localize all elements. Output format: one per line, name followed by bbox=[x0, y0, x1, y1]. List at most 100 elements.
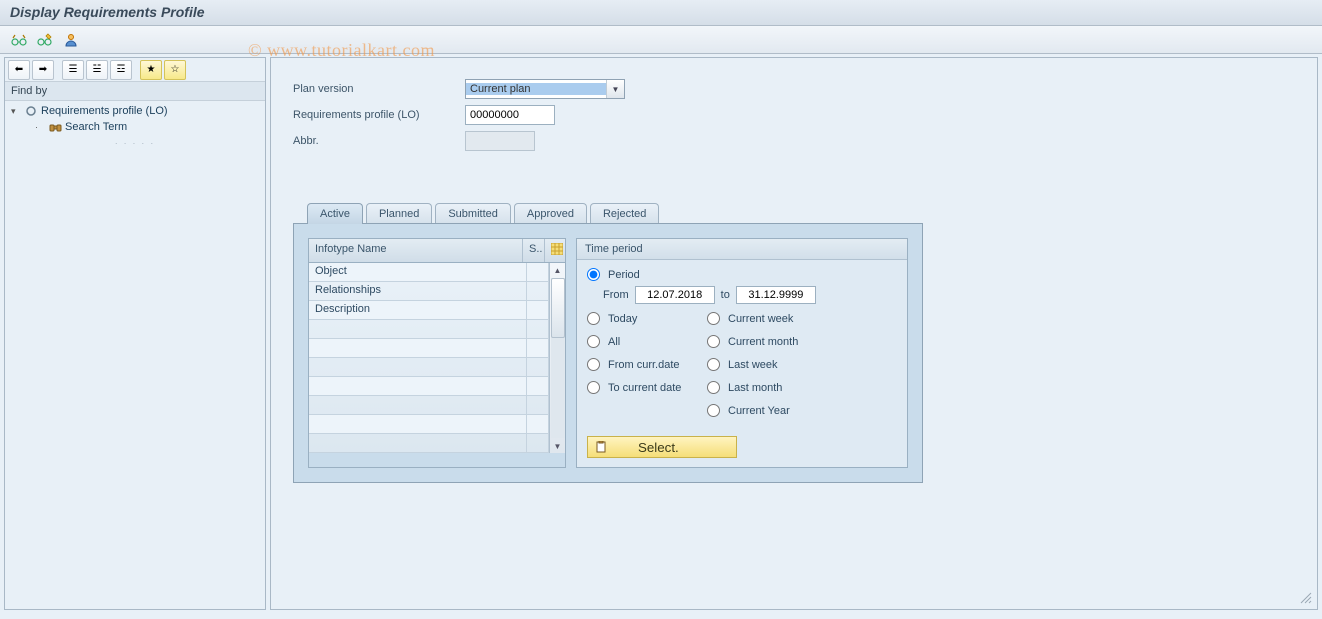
radio-label: Current Year bbox=[728, 405, 790, 417]
to-date-input[interactable] bbox=[736, 286, 816, 304]
abbr-input bbox=[465, 131, 535, 151]
tree-item-search-term[interactable]: · Search Term bbox=[5, 119, 265, 135]
col-header-s[interactable]: S.. bbox=[523, 239, 545, 262]
table-header: Infotype Name S.. bbox=[309, 239, 565, 263]
table-row[interactable]: Object bbox=[309, 263, 549, 282]
toolbar-glasses-icon[interactable] bbox=[8, 30, 30, 50]
scroll-track[interactable] bbox=[551, 278, 565, 438]
radio-curr-week[interactable]: Current week bbox=[707, 312, 827, 325]
radio-label: Last month bbox=[728, 382, 782, 394]
tab-active[interactable]: Active bbox=[307, 203, 363, 224]
cell-s bbox=[527, 282, 549, 300]
plan-version-label: Plan version bbox=[293, 83, 465, 95]
table-row[interactable]: Relationships bbox=[309, 282, 549, 301]
cell-name bbox=[309, 320, 527, 338]
radio-last-week[interactable]: Last week bbox=[707, 358, 827, 371]
radio-last-month-input[interactable] bbox=[707, 381, 720, 394]
radio-last-month[interactable]: Last month bbox=[707, 381, 827, 394]
tab-rejected[interactable]: Rejected bbox=[590, 203, 659, 223]
table-scrollbar[interactable]: ▲ ▼ bbox=[549, 263, 565, 453]
circle-icon bbox=[24, 104, 38, 118]
radio-from-curr-input[interactable] bbox=[587, 358, 600, 371]
table-row[interactable] bbox=[309, 415, 549, 434]
table-row[interactable] bbox=[309, 320, 549, 339]
cell-s bbox=[527, 263, 549, 281]
toolbar-glasses-pencil-icon[interactable] bbox=[34, 30, 56, 50]
tab-approved[interactable]: Approved bbox=[514, 203, 587, 223]
table-row[interactable] bbox=[309, 377, 549, 396]
radio-curr-month[interactable]: Current month bbox=[707, 335, 827, 348]
splitter-handle[interactable]: · · · · · bbox=[5, 137, 265, 150]
abbr-label: Abbr. bbox=[293, 135, 465, 147]
radio-label: Today bbox=[608, 313, 637, 325]
radio-last-week-input[interactable] bbox=[707, 358, 720, 371]
title-bar: Display Requirements Profile bbox=[0, 0, 1322, 26]
tree-icon: ☲ bbox=[117, 64, 126, 75]
from-date-input[interactable] bbox=[635, 286, 715, 304]
table-settings-icon[interactable] bbox=[545, 239, 565, 262]
left-toolbar: ⬅ ➡ ☰ ☱ ☲ ★ ☆ bbox=[5, 58, 265, 82]
radio-label: From curr.date bbox=[608, 359, 680, 371]
radio-curr-year-input[interactable] bbox=[707, 404, 720, 417]
nav-tree1-button[interactable]: ☰ bbox=[62, 60, 84, 80]
radio-label: Current month bbox=[728, 336, 798, 348]
right-panel: Plan version Current plan ▼ Requirements… bbox=[270, 57, 1318, 610]
cell-name bbox=[309, 415, 527, 433]
radio-to-curr[interactable]: To current date bbox=[587, 381, 707, 394]
req-profile-input[interactable] bbox=[465, 105, 555, 125]
cell-s bbox=[527, 320, 549, 338]
page-title: Display Requirements Profile bbox=[10, 4, 1312, 20]
tree-collapse-icon[interactable]: ▾ bbox=[11, 106, 21, 117]
nav-back-button[interactable]: ⬅ bbox=[8, 60, 30, 80]
radio-to-curr-input[interactable] bbox=[587, 381, 600, 394]
time-period-panel: Time period Period From to bbox=[576, 238, 908, 468]
nav-tree: ▾ Requirements profile (LO) · Search Ter… bbox=[5, 101, 265, 137]
radio-label: All bbox=[608, 336, 620, 348]
toolbar-person-icon[interactable] bbox=[60, 30, 82, 50]
scroll-thumb[interactable] bbox=[551, 278, 565, 338]
arrow-left-icon: ⬅ bbox=[15, 64, 23, 75]
scroll-up-icon[interactable]: ▲ bbox=[551, 263, 565, 277]
clipboard-icon bbox=[594, 440, 608, 454]
radio-curr-week-input[interactable] bbox=[707, 312, 720, 325]
plan-version-select[interactable]: Current plan ▼ bbox=[465, 79, 625, 99]
main-container: ⬅ ➡ ☰ ☱ ☲ ★ ☆ Find by ▾ Requirements pro… bbox=[0, 54, 1322, 613]
table-row[interactable] bbox=[309, 339, 549, 358]
select-button[interactable]: Select. bbox=[587, 436, 737, 458]
radio-curr-month-input[interactable] bbox=[707, 335, 720, 348]
nav-tree2-button[interactable]: ☱ bbox=[86, 60, 108, 80]
radio-period-input[interactable] bbox=[587, 268, 600, 281]
infotype-table: Infotype Name S.. Object Relationships D… bbox=[308, 238, 566, 468]
table-row[interactable] bbox=[309, 396, 549, 415]
radio-today[interactable]: Today bbox=[587, 312, 707, 325]
table-row[interactable] bbox=[309, 358, 549, 377]
table-row[interactable] bbox=[309, 434, 549, 453]
col-header-name[interactable]: Infotype Name bbox=[309, 239, 523, 262]
nav-star-button[interactable]: ★ bbox=[140, 60, 162, 80]
nav-star2-button[interactable]: ☆ bbox=[164, 60, 186, 80]
radio-from-curr[interactable]: From curr.date bbox=[587, 358, 707, 371]
table-body: Object Relationships Description bbox=[309, 263, 549, 453]
tab-planned[interactable]: Planned bbox=[366, 203, 432, 223]
nav-forward-button[interactable]: ➡ bbox=[32, 60, 54, 80]
radio-curr-year[interactable]: Current Year bbox=[707, 404, 827, 417]
radio-all-input[interactable] bbox=[587, 335, 600, 348]
radio-period[interactable]: Period bbox=[587, 268, 897, 281]
radio-label: To current date bbox=[608, 382, 681, 394]
tree-item-req-profile[interactable]: ▾ Requirements profile (LO) bbox=[5, 103, 265, 119]
tab-submitted[interactable]: Submitted bbox=[435, 203, 511, 223]
cell-name bbox=[309, 377, 527, 395]
scroll-down-icon[interactable]: ▼ bbox=[551, 439, 565, 453]
chevron-down-icon: ▼ bbox=[606, 80, 624, 98]
nav-tree3-button[interactable]: ☲ bbox=[110, 60, 132, 80]
tabs-container: Active Planned Submitted Approved Reject… bbox=[293, 202, 923, 483]
resize-grip-icon bbox=[1299, 591, 1313, 605]
table-row[interactable]: Description bbox=[309, 301, 549, 320]
cell-s bbox=[527, 396, 549, 414]
radio-all[interactable]: All bbox=[587, 335, 707, 348]
plan-version-value: Current plan bbox=[466, 83, 606, 95]
tree-icon: ☰ bbox=[69, 64, 78, 75]
form-row-abbr: Abbr. bbox=[293, 130, 1299, 152]
radio-today-input[interactable] bbox=[587, 312, 600, 325]
find-by-label: Find by bbox=[5, 82, 265, 101]
